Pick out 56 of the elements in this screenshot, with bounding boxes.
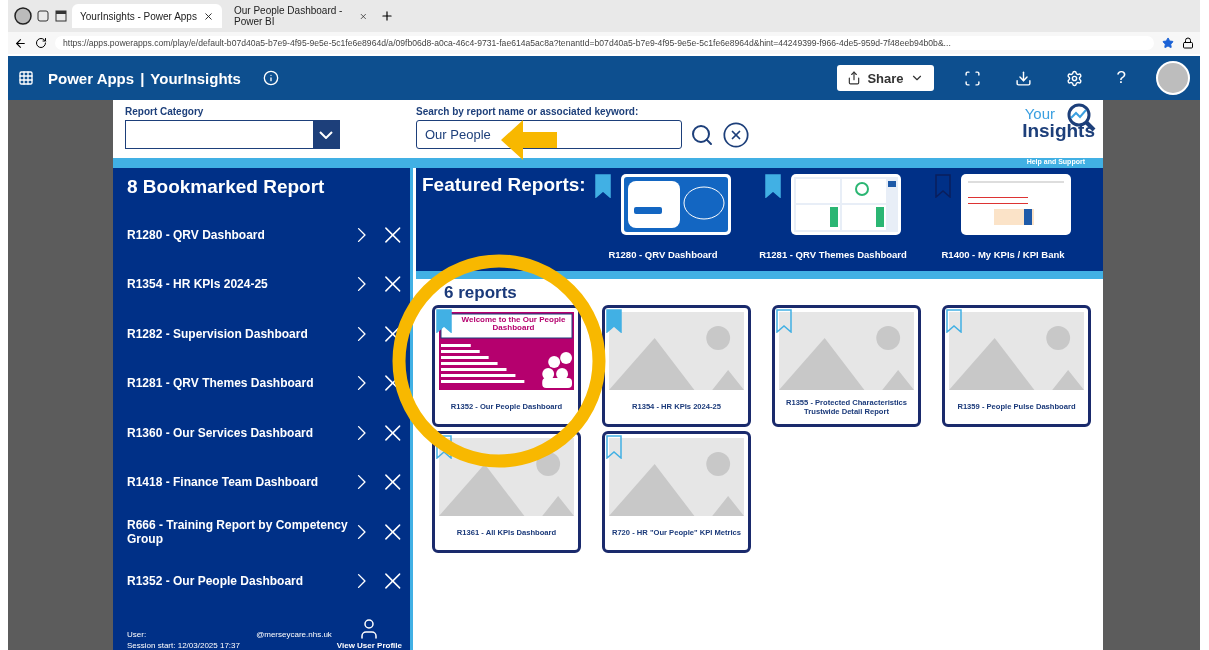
title-separator: | <box>140 69 145 87</box>
settings-icon[interactable] <box>1065 69 1083 87</box>
featured-report-name[interactable]: R1281 - QRV Themes Dashboard <box>759 249 907 260</box>
search-field[interactable]: Our People <box>416 120 682 149</box>
bookmarks-title: 8 Bookmarked Report <box>127 176 326 198</box>
browser-tab[interactable]: YourInsights - Power Apps <box>72 4 222 28</box>
close-icon[interactable] <box>203 10 214 22</box>
featured-report-name[interactable]: R1400 - My KPIs / KPI Bank <box>941 249 1065 260</box>
share-button[interactable]: Share <box>837 65 934 91</box>
address-bar[interactable]: https://apps.powerapps.com/play/e/default-b07d40a5-b7e9-4f95-9e5e-5c1fe6e8964d/a/09fb06d8-a0ca-46c4-9731-fae614a5ac8a?tenantId=b07d40a5-b7e9-4f95-9e5e-5c1fe6e8964d&hint=44249399-f966-4de5-959d-7f48eeb94b0b&... <box>55 36 1154 50</box>
download-icon[interactable] <box>1014 69 1032 87</box>
bookmarked-report-link[interactable]: R1360 - Our Services Dashboard <box>127 425 349 440</box>
logo-text: Your <box>1024 106 1055 121</box>
profile-icon[interactable] <box>14 7 32 25</box>
tab-actions-icon[interactable] <box>36 9 50 23</box>
category-dropdown[interactable] <box>125 120 340 149</box>
lock-icon <box>1182 37 1194 49</box>
product-name: Power Apps <box>48 69 135 87</box>
bookmark-icon[interactable] <box>436 309 452 333</box>
bookmarked-report-link[interactable]: R1354 - HR KPIs 2024-25 <box>127 277 349 292</box>
arrow-icon <box>501 120 559 160</box>
bookmark-icon[interactable] <box>765 174 781 198</box>
search-icon[interactable] <box>690 122 714 147</box>
help-button[interactable]: ? <box>1116 68 1126 88</box>
app-launcher-icon[interactable] <box>18 70 34 86</box>
browser-tab[interactable]: Our People Dashboard - Power BI <box>226 4 376 28</box>
featured-report-name[interactable]: R1280 - QRV Dashboard <box>608 249 718 260</box>
field-label: Report Category <box>125 106 205 117</box>
bookmarked-report-link[interactable]: R1280 - QRV Dashboard <box>127 227 349 242</box>
field-label: Search by report name or associated keyword: <box>416 106 640 117</box>
user-avatar[interactable] <box>1156 61 1190 95</box>
bookmarked-report-link[interactable]: R1352 - Our People Dashboard <box>127 574 349 589</box>
logo-text: Insights <box>1022 121 1095 140</box>
chevron-down-icon <box>319 130 333 139</box>
new-tab-icon[interactable] <box>380 9 394 23</box>
user-label: User: <box>127 630 147 639</box>
bookmarked-report-link[interactable]: R1281 - QRV Themes Dashboard <box>127 376 349 391</box>
session-start: Session start: 12/03/2025 17:37 <box>127 641 241 650</box>
view-profile-link[interactable]: View User Profile <box>336 641 402 650</box>
thumbnail-title: Welcome to the Our People Dashboard <box>460 313 567 334</box>
info-icon[interactable] <box>262 70 279 86</box>
tab-list-icon[interactable] <box>54 9 68 23</box>
app-name: YourInsights <box>150 69 241 87</box>
refresh-icon[interactable] <box>35 37 47 49</box>
share-icon <box>847 71 862 85</box>
bookmark-icon[interactable] <box>595 174 611 198</box>
fit-screen-icon[interactable] <box>963 69 981 87</box>
bookmarked-report-link[interactable]: R666 - Training Report by Competency Group <box>127 517 349 546</box>
clear-icon[interactable] <box>722 120 750 149</box>
favorite-icon[interactable] <box>1162 37 1174 49</box>
results-count: 6 reports <box>444 283 518 303</box>
featured-title: Featured Reports: <box>422 174 587 197</box>
user-email: @merseycare.nhs.uk <box>256 630 332 639</box>
back-icon[interactable] <box>14 36 27 50</box>
bookmarked-report-link[interactable]: R1282 - Supervision Dashboard <box>127 326 349 341</box>
bookmarked-report-link[interactable]: R1418 - Finance Team Dashboard <box>127 475 349 490</box>
